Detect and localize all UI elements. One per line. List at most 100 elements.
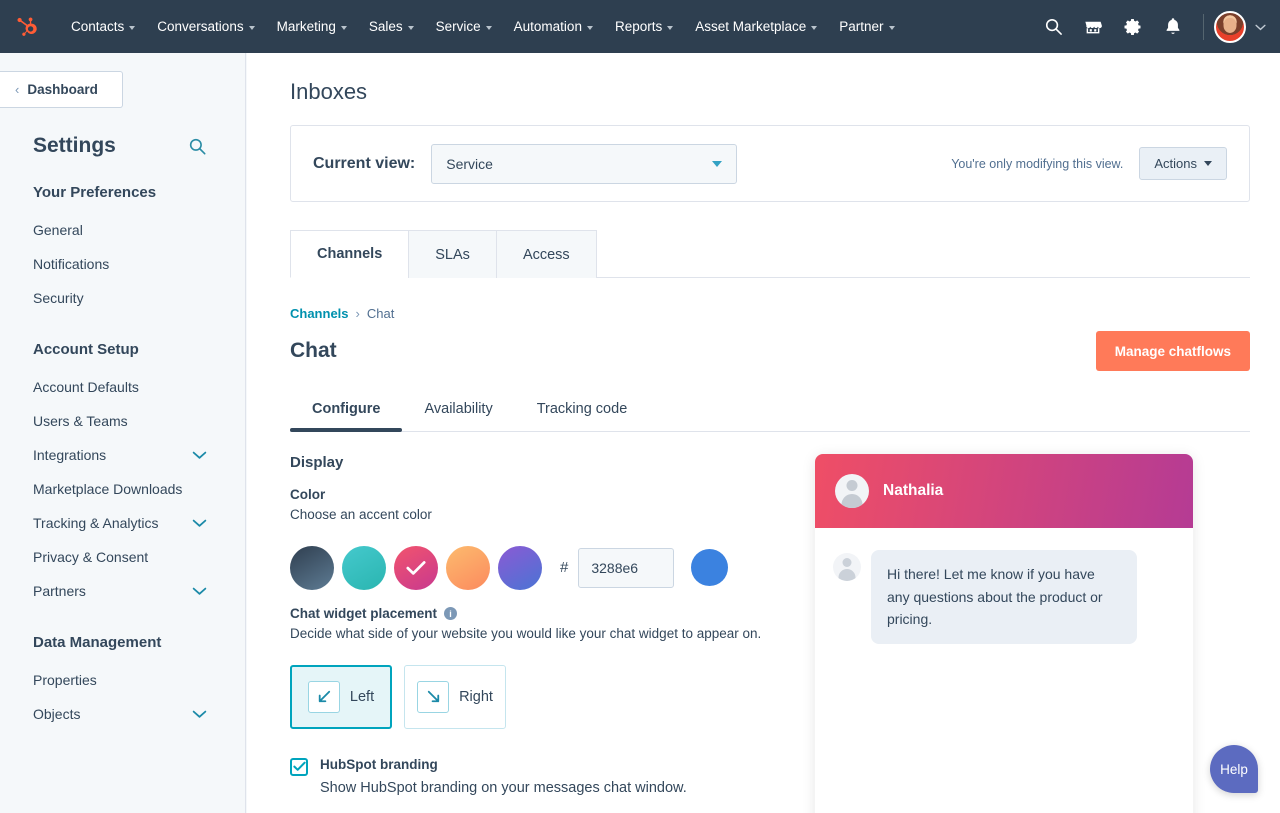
back-to-dashboard-button[interactable]: ‹ Dashboard [0,71,123,108]
settings-sidebar: ‹ Dashboard Settings Your Preferences Gen… [0,53,246,813]
notifications-bell-icon[interactable] [1153,7,1193,47]
marketplace-icon[interactable] [1073,7,1113,47]
sidebar-item-properties[interactable]: Properties [0,663,245,697]
help-button[interactable]: Help [1210,745,1258,793]
nav-item-label: Marketing [277,19,336,34]
sidebar-group-title: Account Setup [0,341,245,358]
color-swatch-orange[interactable] [446,546,490,590]
sidebar-item-label: Partners [33,583,86,599]
sidebar-item-label: Users & Teams [33,413,128,429]
sidebar-group-title: Data Management [0,634,245,651]
color-swatches: # [290,546,775,590]
main-content: Inboxes Current view: Service You're onl… [247,53,1280,813]
placement-label-text: Chat widget placement [290,606,437,621]
hubspot-branding-checkbox[interactable] [290,758,308,776]
sidebar-item-label: Account Defaults [33,379,139,395]
current-view-card: Current view: Service You're only modify… [290,125,1250,202]
sidebar-group-title: Your Preferences [0,184,245,201]
search-icon[interactable] [1033,7,1073,47]
chevron-down-icon[interactable] [192,710,207,719]
chat-sub-tabs: ConfigureAvailabilityTracking code [290,389,1250,432]
check-icon [406,560,426,576]
inbox-tabs: ChannelsSLAsAccess [290,228,1250,278]
placement-option-label: Left [350,689,374,705]
settings-gear-icon[interactable] [1113,7,1153,47]
sidebar-item-tracking-analytics[interactable]: Tracking & Analytics [0,506,245,540]
color-swatch-slate[interactable] [290,546,334,590]
nav-item-partner[interactable]: Partner [828,11,905,42]
chevron-down-icon [811,26,817,30]
hex-color-input[interactable] [578,548,674,588]
sidebar-item-partners[interactable]: Partners [0,574,245,608]
chevron-down-icon [889,26,895,30]
tab-access[interactable]: Access [496,230,597,278]
configure-right-column: Nathalia Hi there! Let me know if you ha… [815,454,1193,813]
avatar-chevron-down-icon[interactable] [1255,18,1266,36]
sidebar-item-marketplace-downloads[interactable]: Marketplace Downloads [0,472,245,506]
nav-item-asset-marketplace[interactable]: Asset Marketplace [684,11,828,42]
sidebar-item-label: Security [33,290,84,306]
chevron-down-icon [1204,161,1212,166]
subtab-configure[interactable]: Configure [290,389,402,431]
nav-item-conversations[interactable]: Conversations [146,11,265,42]
actions-button[interactable]: Actions [1139,147,1227,180]
breadcrumb-current: Chat [367,306,394,321]
sidebar-item-privacy-consent[interactable]: Privacy & Consent [0,540,245,574]
sidebar-item-general[interactable]: General [0,213,245,247]
chevron-down-icon[interactable] [192,587,207,596]
sidebar-item-security[interactable]: Security [0,281,245,315]
chevron-down-icon [712,161,722,167]
hex-color-preview-swatch[interactable] [691,549,728,586]
sidebar-item-notifications[interactable]: Notifications [0,247,245,281]
chevron-down-icon [486,26,492,30]
chevron-down-icon[interactable] [192,451,207,460]
main-nav-items: Contacts Conversations Marketing Sales Servi… [60,11,906,42]
sidebar-item-account-defaults[interactable]: Account Defaults [0,370,245,404]
sidebar-item-integrations[interactable]: Integrations [0,438,245,472]
breadcrumb-separator: › [356,306,360,321]
subtab-tracking-code[interactable]: Tracking code [515,389,650,431]
display-heading: Display [290,454,775,471]
modifying-view-note: You're only modifying this view. [951,157,1123,171]
settings-search-icon[interactable] [188,137,207,156]
color-swatch-teal[interactable] [342,546,386,590]
chat-message-bubble: Hi there! Let me know if you have any qu… [871,550,1137,644]
hubspot-branding-row: HubSpot branding Show HubSpot branding o… [290,757,775,796]
manage-chatflows-button[interactable]: Manage chatflows [1096,331,1250,371]
current-view-label: Current view: [313,155,415,173]
nav-item-label: Sales [369,19,403,34]
tab-slas[interactable]: SLAs [408,230,497,278]
chevron-down-icon [408,26,414,30]
nav-item-marketing[interactable]: Marketing [266,11,358,42]
nav-item-reports[interactable]: Reports [604,11,684,42]
sidebar-group: Your Preferences GeneralNotifications Secu… [0,184,245,315]
sidebar-item-users-teams[interactable]: Users & Teams [0,404,245,438]
user-avatar[interactable] [1214,11,1246,43]
breadcrumb-channels-link[interactable]: Channels [290,306,349,321]
view-select-value: Service [446,156,493,172]
nav-item-label: Contacts [71,19,124,34]
subtab-availability[interactable]: Availability [402,389,514,431]
chat-preview-body: Hi there! Let me know if you have any qu… [815,528,1193,644]
breadcrumb: Channels › Chat [290,306,1280,321]
settings-header: Settings [0,108,245,158]
hubspot-logo-link[interactable] [0,15,53,39]
page-title: Inboxes [247,53,1280,105]
chat-header-row: Chat Manage chatflows [290,331,1250,371]
color-swatch-purple[interactable] [498,546,542,590]
info-circle-icon[interactable]: i [444,607,457,620]
chat-section-title: Chat [290,339,337,363]
placement-option-left[interactable]: Left [290,665,392,729]
tab-channels[interactable]: Channels [290,230,409,278]
placement-option-right[interactable]: Right [404,665,506,729]
nav-item-contacts[interactable]: Contacts [60,11,146,42]
dashboard-button-label: Dashboard [27,82,98,97]
nav-item-automation[interactable]: Automation [503,11,604,42]
nav-item-service[interactable]: Service [425,11,503,42]
actions-button-label: Actions [1154,156,1197,171]
color-swatch-pink[interactable] [394,546,438,590]
chevron-down-icon[interactable] [192,519,207,528]
sidebar-item-objects[interactable]: Objects [0,697,245,731]
nav-item-sales[interactable]: Sales [358,11,425,42]
view-select-dropdown[interactable]: Service [431,144,737,184]
